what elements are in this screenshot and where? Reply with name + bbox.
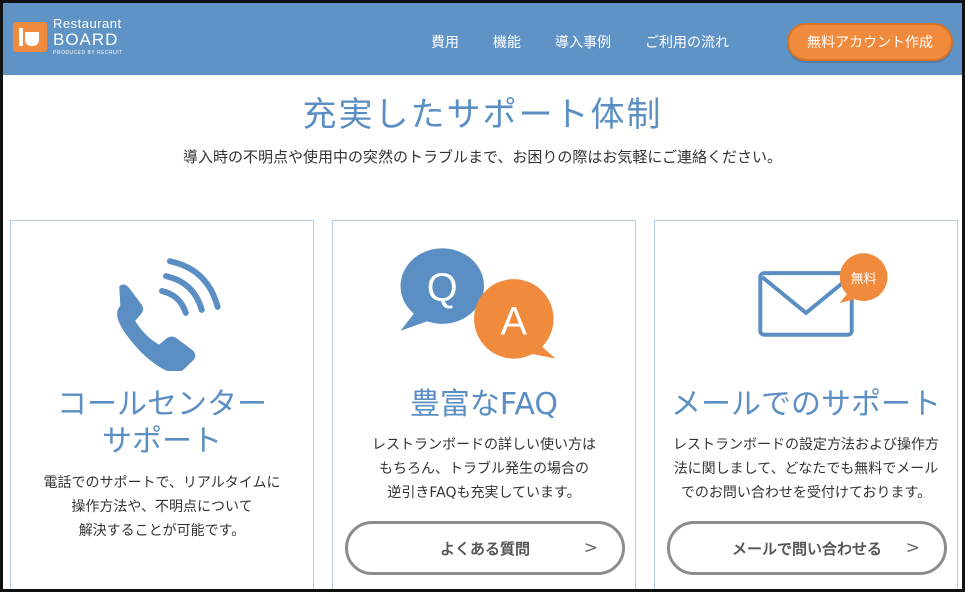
nav-link-usage-flow[interactable]: ご利用の流れ [645, 32, 729, 52]
card-desc-line: もちろん、トラブル発生の場合の [379, 461, 589, 477]
restaurant-board-logo[interactable]: Restaurant BOARD PRODUCED BY RECRUIT [13, 17, 123, 56]
create-free-account-button[interactable]: 無料アカウント作成 [787, 23, 953, 61]
mail-inquiry-button[interactable]: メールで問い合わせる > [667, 521, 947, 575]
card-title-call-center-line2: サポート [102, 424, 222, 459]
mail-inquiry-button-label: メールで問い合わせる [731, 539, 882, 558]
nav-link-features[interactable]: 機能 [493, 32, 521, 52]
logo-text: Restaurant BOARD PRODUCED BY RECRUIT [53, 17, 123, 56]
chevron-right-icon: > [905, 538, 920, 558]
card-desc-faq: レストランボードの詳しい使い方は もちろん、トラブル発生の場合の 逆引きFAQも… [333, 433, 635, 505]
page-frame: Restaurant BOARD PRODUCED BY RECRUIT 費用 … [0, 0, 965, 592]
card-desc-line: レストランボードの詳しい使い方は [372, 437, 596, 453]
faq-button-label: よくある質問 [439, 539, 530, 558]
card-title-call-center-line1: コールセンター [57, 387, 267, 422]
main-nav: 費用 機能 導入事例 ご利用の流れ [431, 32, 763, 52]
logo-line-restaurant: Restaurant [53, 16, 122, 31]
qa-bubbles-icon: Q A [400, 248, 556, 359]
logo-line-board: BOARD [53, 30, 119, 49]
bubble-q-text: Q [427, 266, 458, 310]
card-title-mail: メールでのサポート [671, 387, 941, 422]
card-title-faq: 豊富なFAQ [409, 387, 559, 422]
support-card-call-center: コールセンター サポート 電話でのサポートで、リアルタイムに 操作方法や、不明点… [10, 220, 314, 589]
chevron-right-icon: > [583, 538, 598, 558]
page-title: 充実したサポート体制 [302, 95, 663, 135]
bubble-a-text: A [501, 300, 528, 344]
card-desc-mail: レストランボードの設定方法および操作方 法に関しまして、どなたでも無料でメール … [655, 433, 957, 505]
free-badge-text: 無料 [851, 272, 877, 287]
mail-icon: 無料 [758, 253, 888, 337]
logo-mark-icon [13, 21, 47, 52]
logo-line-produced-by: PRODUCED BY RECRUIT [53, 50, 123, 56]
site-header: Restaurant BOARD PRODUCED BY RECRUIT 費用 … [3, 3, 962, 75]
support-card-mail: 無料 メールでのサポート レストランボードの設定方法および操作方 法に関しまして… [654, 220, 958, 589]
nav-link-cost[interactable]: 費用 [431, 32, 459, 52]
card-desc-call-center: 電話でのサポートで、リアルタイムに 操作方法や、不明点について 解決することが可… [11, 471, 313, 543]
card-desc-line: レストランボードの設定方法および操作方 [673, 437, 939, 453]
support-card-faq: Q A 豊富なFAQ レストランボードの詳しい使い方は もちろん、トラブル発生の… [332, 220, 636, 589]
page-subtitle: 導入時の不明点や使用中の突然のトラブルまで、お困りの際はお気軽にご連絡ください。 [182, 148, 783, 166]
card-desc-line: 電話でのサポートで、リアルタイムに [43, 475, 281, 491]
phone-icon [117, 258, 221, 371]
card-desc-line: 操作方法や、不明点について [71, 499, 253, 515]
card-desc-line: 逆引きFAQも充実しています。 [387, 485, 581, 501]
card-desc-line: 法に関しまして、どなたでも無料でメール [673, 461, 939, 477]
card-desc-line: でのお問い合わせを受付けております。 [680, 485, 932, 501]
nav-link-case-studies[interactable]: 導入事例 [555, 32, 611, 52]
faq-button[interactable]: よくある質問 > [345, 521, 625, 575]
card-desc-line: 解決することが可能です。 [78, 523, 246, 539]
